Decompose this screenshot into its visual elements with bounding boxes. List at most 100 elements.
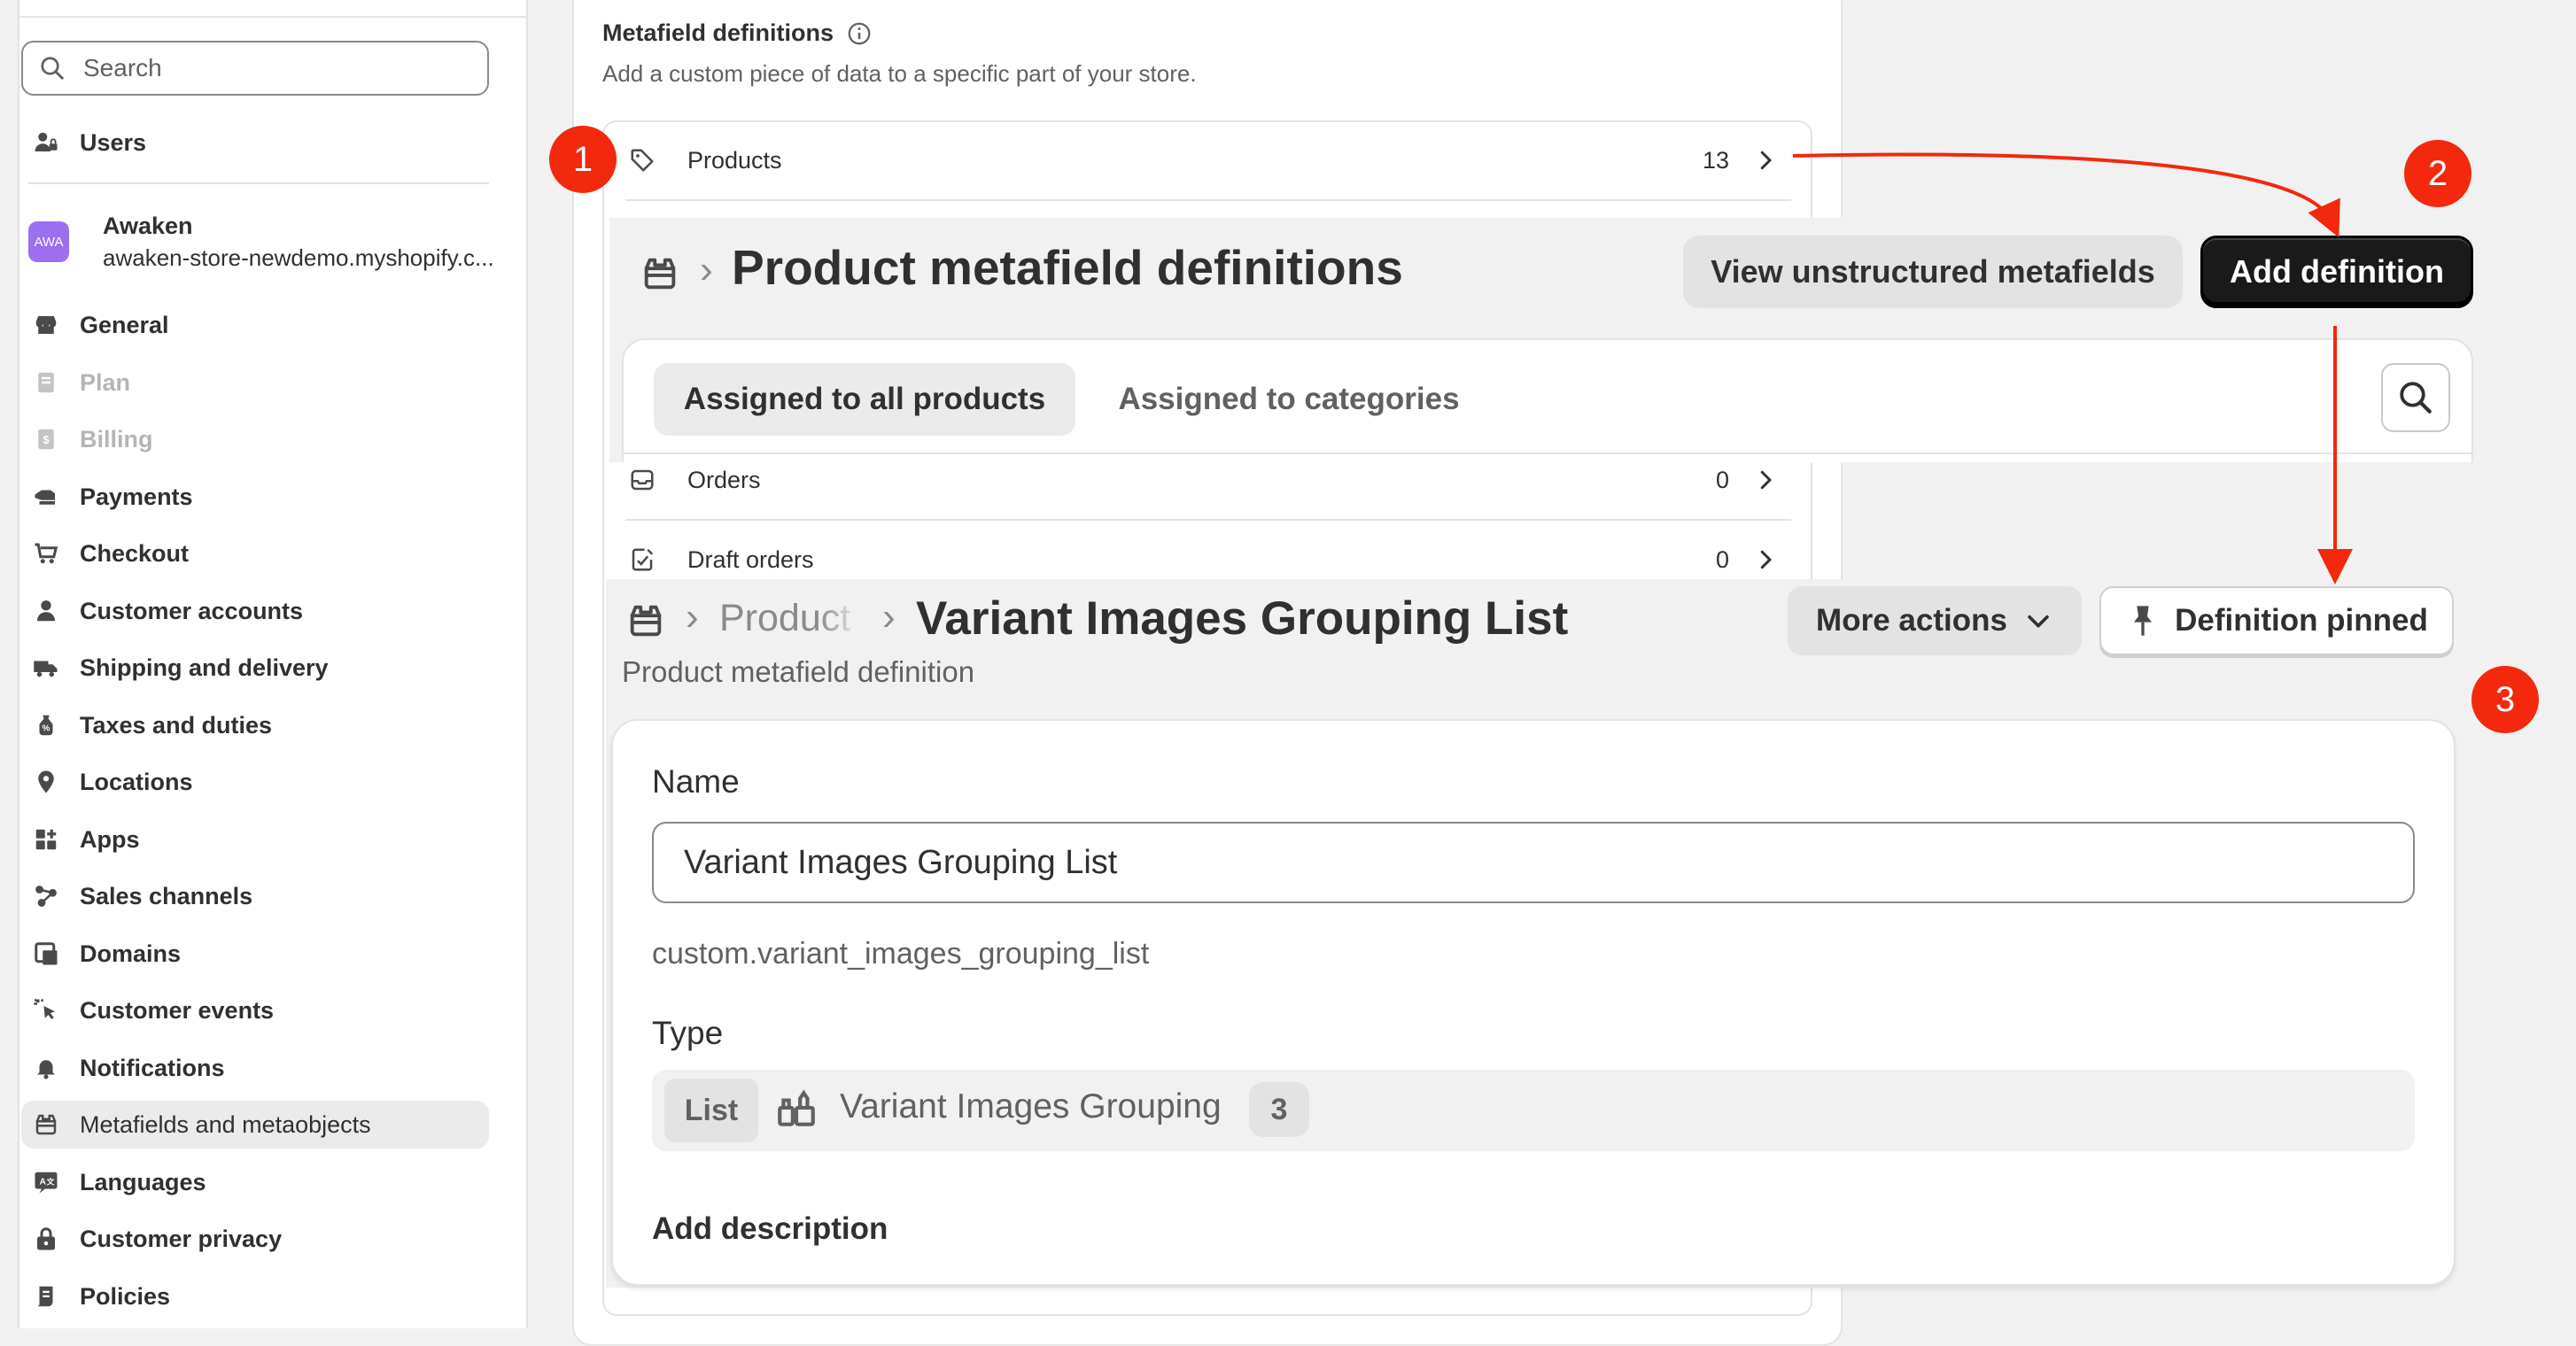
policies-icon xyxy=(32,1282,60,1311)
location-icon xyxy=(32,768,60,796)
svg-text:A: A xyxy=(40,1178,46,1187)
step-marker-3: 3 xyxy=(2471,666,2539,733)
tax-icon: % xyxy=(32,711,60,739)
sidebar-item-customer-privacy[interactable]: Customer privacy xyxy=(21,1215,489,1263)
sidebar-item-label: Taxes and duties xyxy=(80,711,273,739)
row-label: Draft orders xyxy=(687,545,814,573)
pinned-label: Definition pinned xyxy=(2175,603,2428,638)
arrow-1-to-2 xyxy=(1792,152,2340,238)
section-subtitle: Add a custom piece of data to a specific… xyxy=(602,60,1197,87)
sidebar-item-checkout[interactable]: Checkout xyxy=(21,530,489,577)
svg-text:文: 文 xyxy=(47,1177,55,1187)
sidebar-item-label: Domains xyxy=(80,940,182,967)
bell-icon xyxy=(32,1054,60,1082)
search-icon xyxy=(41,57,64,80)
lock-icon xyxy=(32,1225,60,1253)
sidebar-item-label: Languages xyxy=(80,1168,206,1195)
section-title-text: Metafield definitions xyxy=(602,19,834,46)
sidebar-item-sales-channels[interactable]: Sales channels xyxy=(21,872,489,920)
tag-icon xyxy=(629,145,659,175)
draft-order-icon xyxy=(629,545,659,575)
info-icon[interactable] xyxy=(846,20,873,47)
type-list-tag: List xyxy=(664,1079,758,1142)
breadcrumb-parent[interactable]: Product xyxy=(719,597,861,640)
sidebar-item-general[interactable]: General xyxy=(21,301,489,349)
person-icon xyxy=(32,597,60,625)
chevron-right-icon: › xyxy=(686,595,699,638)
more-actions-label: More actions xyxy=(1816,603,2007,638)
svg-text:%: % xyxy=(43,723,50,733)
sidebar-item-label: Policies xyxy=(80,1282,171,1310)
metafields-icon[interactable] xyxy=(625,600,666,641)
definition-pinned-button[interactable]: Definition pinned xyxy=(2099,586,2454,655)
type-label: Type xyxy=(652,1015,724,1051)
name-label: Name xyxy=(652,763,740,800)
divider xyxy=(622,453,2473,454)
sidebar-item-policies[interactable]: Policies xyxy=(21,1273,489,1320)
sidebar-search[interactable] xyxy=(21,41,489,96)
sidebar-item-customer-events[interactable]: Customer events xyxy=(21,986,489,1034)
chevron-down-icon xyxy=(2028,615,2049,628)
sidebar-item-label: Customer accounts xyxy=(80,597,304,624)
row-count: 0 xyxy=(1715,466,1729,493)
more-actions-button[interactable]: More actions xyxy=(1788,586,2082,655)
sidebar-item-customer-accounts[interactable]: Customer accounts xyxy=(21,587,489,635)
sidebar-item-label: Checkout xyxy=(80,539,190,567)
sidebar-item-plan[interactable]: Plan xyxy=(21,359,489,406)
name-input[interactable] xyxy=(652,822,2415,903)
step-marker-2: 2 xyxy=(2404,140,2471,207)
tab-assigned-categories[interactable]: Assigned to categories xyxy=(1098,363,1479,436)
sidebar-item-taxes-and-duties[interactable]: % Taxes and duties xyxy=(21,701,489,749)
sidebar-item-billing[interactable]: $ Billing xyxy=(21,415,489,463)
domains-icon xyxy=(32,940,60,968)
add-definition-button[interactable]: Add definition xyxy=(2200,236,2473,308)
chevron-right-icon xyxy=(1752,147,1779,174)
sidebar-item-locations[interactable]: Locations xyxy=(21,758,489,806)
page-title: Product metafield definitions xyxy=(732,240,1403,295)
divider xyxy=(19,16,526,18)
sidebar-item-metafields-and-metaobjects[interactable]: Metafields and metaobjects xyxy=(21,1101,489,1149)
sidebar-item-label: Shipping and delivery xyxy=(80,654,329,681)
divider xyxy=(625,199,1791,201)
row-label: Products xyxy=(687,146,782,174)
metafields-icon[interactable] xyxy=(640,253,680,294)
row-label: Orders xyxy=(687,466,761,493)
chevron-right-icon: › xyxy=(700,248,713,291)
definition-title: Variant Images Grouping List xyxy=(916,592,1569,645)
view-unstructured-metafields-button[interactable]: View unstructured metafields xyxy=(1683,236,2183,308)
definition-form-card xyxy=(611,719,2456,1286)
row-count: 0 xyxy=(1715,545,1729,573)
svg-text:$: $ xyxy=(43,434,50,446)
sidebar-item-apps[interactable]: Apps xyxy=(21,816,489,863)
plan-icon xyxy=(32,368,60,397)
sidebar-item-shipping-and-delivery[interactable]: Shipping and delivery xyxy=(21,644,489,692)
sidebar-item-label: Users xyxy=(80,128,147,156)
store-icon xyxy=(32,311,60,339)
sidebar-item-label: Plan xyxy=(80,368,131,396)
search-input[interactable] xyxy=(81,53,475,83)
sidebar-item-users[interactable]: Users xyxy=(21,119,489,166)
list-item-products[interactable]: Products 13 xyxy=(620,121,1789,199)
sidebar-item-label: Payments xyxy=(80,483,193,510)
sidebar-item-label: Metafields and metaobjects xyxy=(80,1110,371,1138)
sidebar-item-languages[interactable]: A 文 Languages xyxy=(21,1158,489,1206)
store-avatar: AWA xyxy=(28,221,69,262)
sidebar-item-label: General xyxy=(80,311,169,338)
sidebar-item-payments[interactable]: Payments xyxy=(21,473,489,521)
type-name: Variant Images Grouping xyxy=(840,1087,1222,1126)
search-button[interactable] xyxy=(2381,363,2450,432)
step-marker-1: 1 xyxy=(549,126,617,193)
sidebar-item-notifications[interactable]: Notifications xyxy=(21,1044,489,1092)
sidebar-item-domains[interactable]: Domains xyxy=(21,930,489,978)
truck-icon xyxy=(32,654,60,682)
namespace-key: custom.variant_images_grouping_list xyxy=(652,937,1150,971)
channels-icon xyxy=(32,882,60,910)
store-switcher[interactable]: AWA Awaken awaken-store-newdemo.myshopif… xyxy=(28,213,496,276)
type-count-badge: 3 xyxy=(1249,1082,1309,1137)
chevron-right-icon xyxy=(1752,467,1779,493)
apps-icon xyxy=(32,825,60,854)
divider xyxy=(28,182,489,184)
add-description-link[interactable]: Add description xyxy=(652,1211,888,1247)
search-icon xyxy=(2400,382,2432,414)
tab-assigned-all-products[interactable]: Assigned to all products xyxy=(654,363,1075,436)
